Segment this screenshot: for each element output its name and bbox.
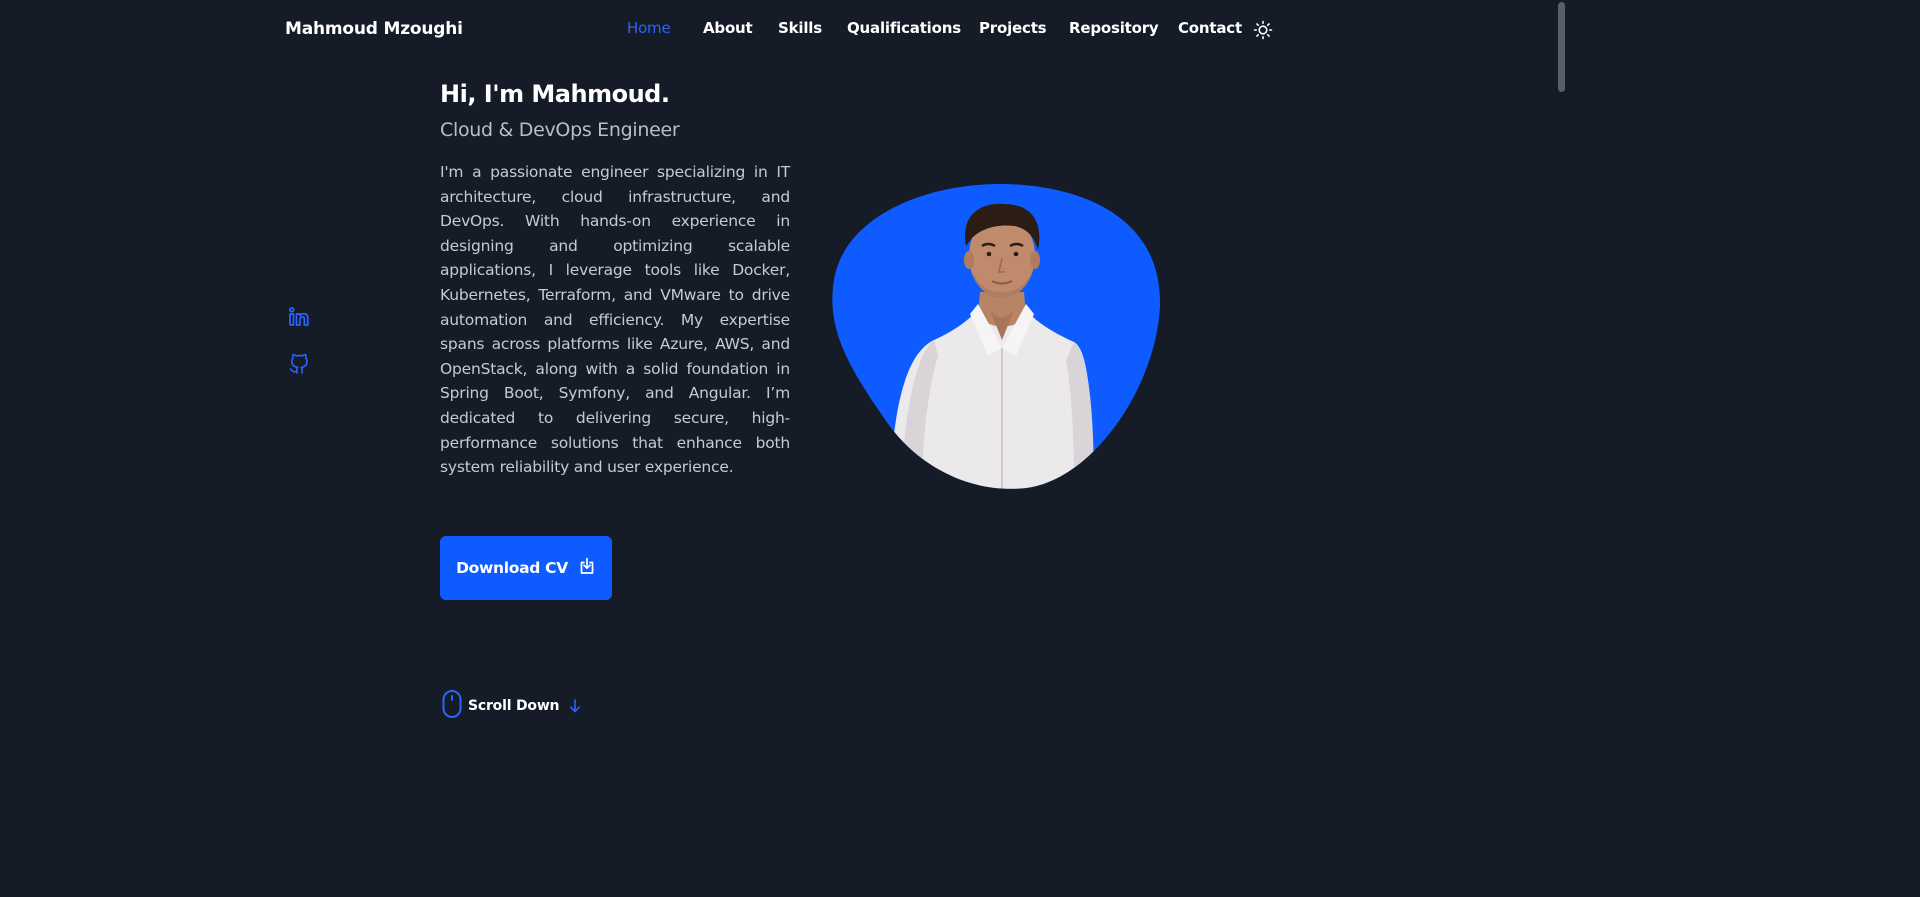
page: Mahmoud Mzoughi Home About Skills Qualif… — [0, 0, 1568, 733]
nav-about[interactable]: About — [703, 19, 753, 37]
linkedin-icon[interactable] — [288, 306, 310, 328]
profile-image — [830, 180, 1162, 492]
nav-projects[interactable]: Projects — [979, 19, 1047, 37]
hero-description: I'm a passionate engineer specializing i… — [440, 163, 790, 477]
download-cv-button[interactable]: Download CV — [440, 536, 612, 600]
arrow-down-icon — [569, 698, 581, 717]
nav-home[interactable]: Home — [627, 19, 671, 37]
nav-repository[interactable]: Repository — [1069, 19, 1159, 37]
sun-icon[interactable] — [1253, 20, 1273, 40]
mouse-icon — [442, 690, 462, 722]
nav-contact[interactable]: Contact — [1178, 19, 1242, 37]
hero-subtitle: Cloud & DevOps Engineer — [440, 119, 680, 141]
scrollbar[interactable] — [1556, 0, 1568, 733]
hero-title: Hi, I'm Mahmoud. — [440, 80, 670, 108]
github-icon[interactable] — [288, 352, 310, 374]
scrollbar-thumb[interactable] — [1558, 2, 1565, 92]
nav-qualifications[interactable]: Qualifications — [847, 19, 961, 37]
header: Mahmoud Mzoughi Home About Skills Qualif… — [0, 0, 1556, 60]
scroll-down-label: Scroll Down — [468, 698, 560, 714]
nav-skills[interactable]: Skills — [778, 19, 822, 37]
scroll-down-link[interactable]: Scroll Down — [442, 690, 581, 722]
download-cv-label: Download CV — [456, 559, 568, 577]
download-icon — [578, 557, 596, 579]
brand-logo[interactable]: Mahmoud Mzoughi — [285, 19, 463, 39]
